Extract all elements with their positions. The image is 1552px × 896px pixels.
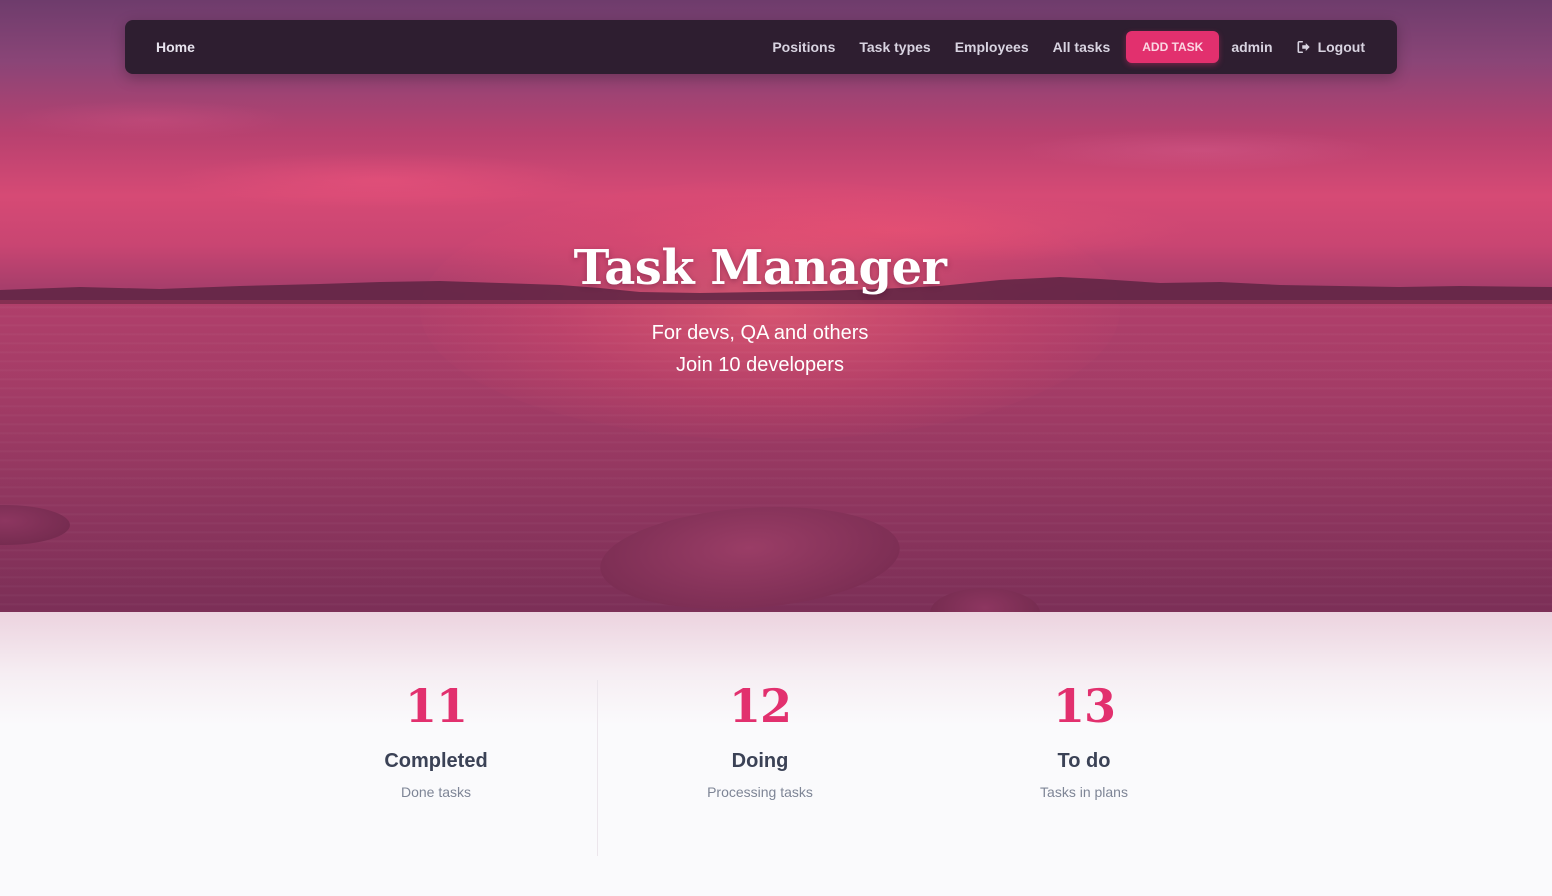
- nav-task-types-link[interactable]: Task types: [859, 39, 930, 55]
- stat-number: 12: [728, 679, 792, 733]
- top-navbar: Home Positions Task types Employees All …: [125, 20, 1397, 74]
- stat-label: Doing: [731, 750, 789, 772]
- stat-description: Done tasks: [400, 784, 472, 800]
- stat-doing: 12 Doing Processing tasks: [610, 676, 910, 800]
- stat-description: Tasks in plans: [1040, 784, 1128, 800]
- hero-banner: Task Manager For devs, QA and others Joi…: [0, 0, 1552, 612]
- nav-employees-link[interactable]: Employees: [955, 39, 1029, 55]
- stat-label: To do: [1057, 750, 1111, 772]
- hero-title: Task Manager: [573, 240, 947, 296]
- stat-completed: 11 Completed Done tasks: [286, 676, 586, 800]
- stat-label: Completed: [384, 750, 488, 772]
- stat-description: Processing tasks: [707, 784, 813, 800]
- hero-subtitle-join: Join 10 developers: [676, 354, 844, 376]
- nav-all-tasks-link[interactable]: All tasks: [1053, 39, 1111, 55]
- nav-right-group: Positions Task types Employees All tasks…: [772, 31, 1365, 63]
- nav-positions-link[interactable]: Positions: [772, 39, 835, 55]
- stat-todo: 13 To do Tasks in plans: [934, 676, 1234, 800]
- logout-link[interactable]: Logout: [1297, 39, 1365, 55]
- nav-user-link[interactable]: admin: [1231, 39, 1272, 55]
- hero-subtitle: For devs, QA and others: [651, 322, 869, 344]
- stats-section: 11 Completed Done tasks 12 Doing Process…: [0, 612, 1552, 896]
- stat-number: 11: [404, 679, 468, 733]
- stats-divider: [597, 680, 598, 856]
- stat-number: 13: [1052, 679, 1116, 733]
- logout-label: Logout: [1317, 39, 1365, 55]
- nav-home-link[interactable]: Home: [156, 39, 195, 55]
- sign-out-icon: [1297, 40, 1310, 54]
- add-task-button[interactable]: ADD TASK: [1126, 31, 1220, 63]
